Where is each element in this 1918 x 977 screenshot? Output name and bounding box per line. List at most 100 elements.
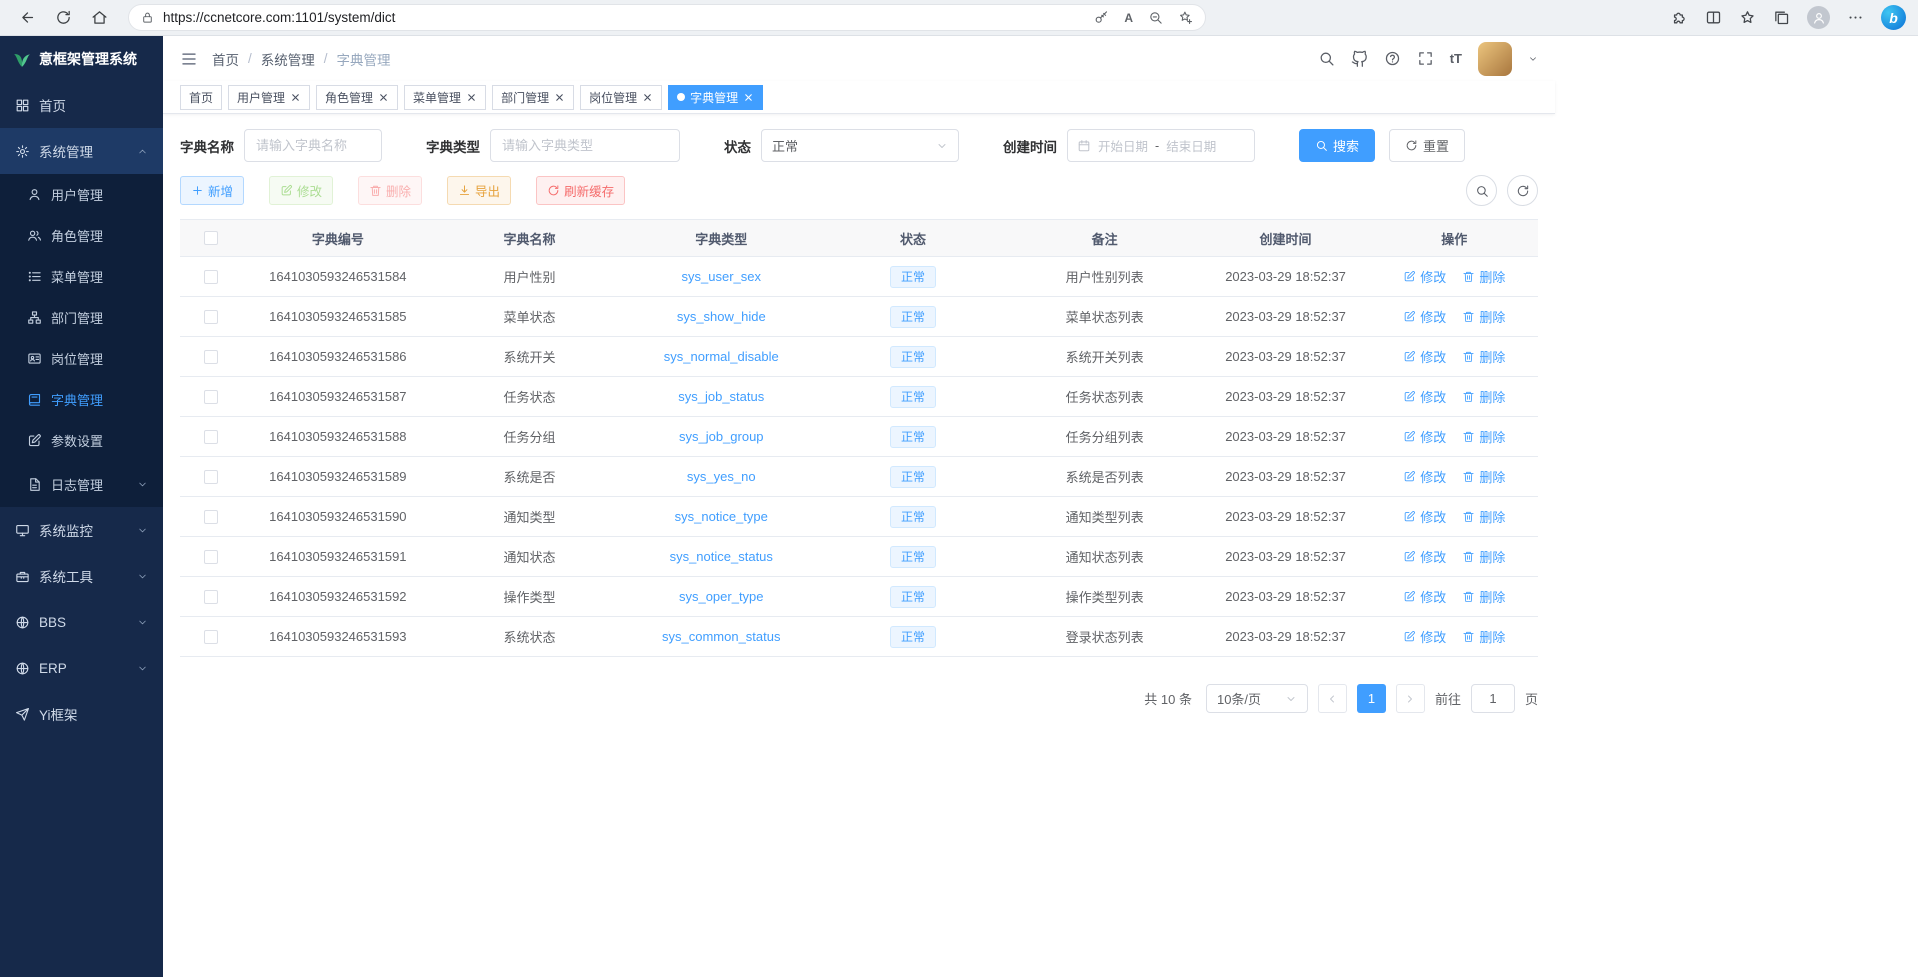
breadcrumb-system-mgmt[interactable]: 系统管理 — [261, 49, 315, 69]
sidebar-item-erp[interactable]: ERP — [0, 645, 163, 691]
row-edit-button[interactable]: 修改 — [1403, 547, 1446, 566]
row-delete-button[interactable]: 删除 — [1462, 307, 1505, 326]
github-icon[interactable] — [1351, 50, 1368, 67]
sidebar-item-param-settings[interactable]: 参数设置 — [0, 420, 163, 461]
row-delete-button[interactable]: 删除 — [1462, 347, 1505, 366]
dict-type-input[interactable] — [490, 129, 680, 162]
browser-home-button[interactable] — [84, 4, 114, 32]
row-edit-button[interactable]: 修改 — [1403, 307, 1446, 326]
page-number-button[interactable]: 1 — [1357, 684, 1386, 713]
dict-type-link[interactable]: sys_yes_no — [687, 469, 756, 484]
close-icon[interactable] — [290, 92, 301, 103]
sidebar-item-dict-mgmt[interactable]: 字典管理 — [0, 379, 163, 420]
dict-type-link[interactable]: sys_notice_type — [675, 509, 768, 524]
sidebar-item-post-mgmt[interactable]: 岗位管理 — [0, 338, 163, 379]
user-avatar[interactable] — [1478, 42, 1512, 76]
status-select[interactable]: 正常 — [761, 129, 959, 162]
row-edit-button[interactable]: 修改 — [1403, 347, 1446, 366]
row-checkbox[interactable] — [204, 390, 218, 404]
row-checkbox[interactable] — [204, 590, 218, 604]
favorites-icon[interactable] — [1739, 9, 1756, 26]
prev-page-button[interactable] — [1318, 684, 1347, 713]
add-button[interactable]: 新增 — [180, 176, 244, 205]
add-favorite-icon[interactable] — [1178, 10, 1193, 25]
date-range-picker[interactable]: 开始日期 - 结束日期 — [1067, 129, 1255, 162]
row-edit-button[interactable]: 修改 — [1403, 627, 1446, 646]
row-delete-button[interactable]: 删除 — [1462, 587, 1505, 606]
url-text[interactable]: https://ccnetcore.com:1101/system/dict — [163, 10, 1094, 25]
next-page-button[interactable] — [1396, 684, 1425, 713]
font-size-icon[interactable]: tT — [1450, 51, 1462, 66]
row-delete-button[interactable]: 删除 — [1462, 507, 1505, 526]
row-checkbox[interactable] — [204, 430, 218, 444]
row-edit-button[interactable]: 修改 — [1403, 427, 1446, 446]
sidebar-item-yi-framework[interactable]: Yi框架 — [0, 691, 163, 737]
end-date-placeholder[interactable]: 结束日期 — [1166, 136, 1216, 155]
row-edit-button[interactable]: 修改 — [1403, 267, 1446, 286]
tab[interactable]: 字典管理 — [668, 85, 763, 110]
tab[interactable]: 部门管理 — [492, 85, 574, 110]
dict-type-link[interactable]: sys_normal_disable — [664, 349, 779, 364]
dict-type-link[interactable]: sys_show_hide — [677, 309, 766, 324]
browser-back-button[interactable] — [12, 4, 42, 32]
tab[interactable]: 角色管理 — [316, 85, 398, 110]
browser-refresh-button[interactable] — [48, 4, 78, 32]
reset-button[interactable]: 重置 — [1389, 129, 1465, 162]
refresh-table-button[interactable] — [1507, 175, 1538, 206]
header-search-icon[interactable] — [1318, 50, 1335, 67]
browser-profile-icon[interactable] — [1807, 6, 1830, 29]
row-checkbox[interactable] — [204, 510, 218, 524]
delete-button[interactable]: 删除 — [358, 176, 422, 205]
read-aloud-icon[interactable]: A — [1124, 11, 1133, 25]
sidebar-item-home[interactable]: 首页 — [0, 82, 163, 128]
close-icon[interactable] — [743, 92, 754, 103]
dict-name-input[interactable] — [244, 129, 382, 162]
row-checkbox[interactable] — [204, 630, 218, 644]
dict-type-link[interactable]: sys_notice_status — [670, 549, 773, 564]
row-delete-button[interactable]: 删除 — [1462, 387, 1505, 406]
tab[interactable]: 用户管理 — [228, 85, 310, 110]
address-bar[interactable]: https://ccnetcore.com:1101/system/dict A — [128, 4, 1206, 31]
browser-menu-icon[interactable] — [1847, 9, 1864, 26]
row-delete-button[interactable]: 删除 — [1462, 267, 1505, 286]
close-icon[interactable] — [554, 92, 565, 103]
row-edit-button[interactable]: 修改 — [1403, 587, 1446, 606]
dict-type-link[interactable]: sys_user_sex — [682, 269, 761, 284]
help-icon[interactable] — [1384, 50, 1401, 67]
show-search-toggle-button[interactable] — [1466, 175, 1497, 206]
select-all-checkbox[interactable] — [204, 231, 218, 245]
sidebar-item-system-mgmt[interactable]: 系统管理 — [0, 128, 163, 174]
close-icon[interactable] — [642, 92, 653, 103]
refresh-cache-button[interactable]: 刷新缓存 — [536, 176, 625, 205]
row-checkbox[interactable] — [204, 270, 218, 284]
dict-type-link[interactable]: sys_job_status — [678, 389, 764, 404]
tab[interactable]: 岗位管理 — [580, 85, 662, 110]
sidebar-item-user-mgmt[interactable]: 用户管理 — [0, 174, 163, 215]
page-size-select[interactable]: 10条/页 — [1206, 684, 1308, 713]
password-key-icon[interactable] — [1094, 10, 1109, 25]
sidebar-item-system-tools[interactable]: 系统工具 — [0, 553, 163, 599]
zoom-out-icon[interactable] — [1148, 10, 1163, 25]
collapse-sidebar-button[interactable] — [180, 50, 198, 68]
row-delete-button[interactable]: 删除 — [1462, 427, 1505, 446]
export-button[interactable]: 导出 — [447, 176, 511, 205]
sidebar-item-role-mgmt[interactable]: 角色管理 — [0, 215, 163, 256]
row-delete-button[interactable]: 删除 — [1462, 627, 1505, 646]
bing-chat-icon[interactable]: b — [1881, 5, 1906, 30]
row-edit-button[interactable]: 修改 — [1403, 467, 1446, 486]
sidebar-item-bbs[interactable]: BBS — [0, 599, 163, 645]
close-icon[interactable] — [378, 92, 389, 103]
goto-page-input[interactable] — [1471, 684, 1515, 713]
sidebar-item-dept-mgmt[interactable]: 部门管理 — [0, 297, 163, 338]
row-edit-button[interactable]: 修改 — [1403, 387, 1446, 406]
collections-icon[interactable] — [1773, 9, 1790, 26]
row-checkbox[interactable] — [204, 470, 218, 484]
dict-type-link[interactable]: sys_job_group — [679, 429, 764, 444]
row-edit-button[interactable]: 修改 — [1403, 507, 1446, 526]
row-checkbox[interactable] — [204, 550, 218, 564]
row-delete-button[interactable]: 删除 — [1462, 547, 1505, 566]
sidebar-item-log-mgmt[interactable]: 日志管理 — [0, 461, 163, 507]
row-checkbox[interactable] — [204, 310, 218, 324]
tab[interactable]: 菜单管理 — [404, 85, 486, 110]
split-screen-icon[interactable] — [1705, 9, 1722, 26]
